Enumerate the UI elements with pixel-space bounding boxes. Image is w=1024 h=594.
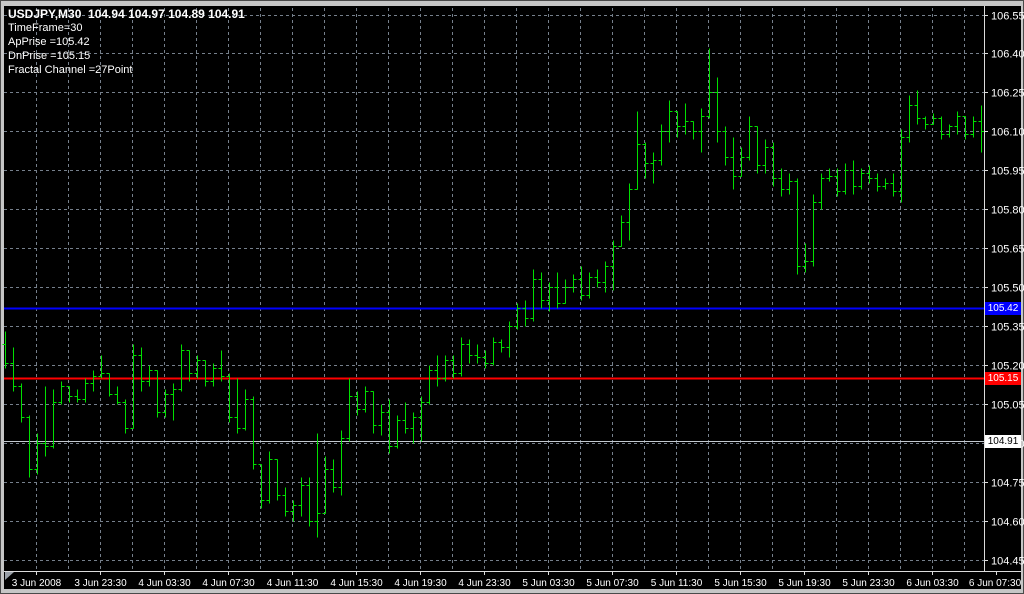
time-axis-label[interactable]: 5 Jun 23:30 [842, 578, 895, 589]
time-axis-label[interactable]: 5 Jun 15:30 [714, 578, 767, 589]
time-axis-label[interactable]: 4 Jun 15:30 [330, 578, 383, 589]
current-price-marker: 104.91 [985, 435, 1021, 448]
time-axis-label[interactable]: 4 Jun 19:30 [394, 578, 447, 589]
time-axis-label[interactable]: 6 Jun 03:30 [906, 578, 959, 589]
price-axis-label[interactable]: 104.45 [991, 556, 1024, 568]
price-axis-label[interactable]: 105.05 [991, 400, 1024, 412]
price-axis-label[interactable]: 106.55 [991, 11, 1024, 23]
chart-title: USDJPY,M30 104.94 104.97 104.89 104.91 [8, 7, 245, 21]
price-axis-label[interactable]: 105.20 [991, 361, 1024, 373]
indicator-line-dnprise: DnPrise =105.15 [8, 50, 90, 62]
price-axis-label[interactable]: 106.10 [991, 127, 1024, 139]
time-axis-label[interactable]: 3 Jun 23:30 [74, 578, 127, 589]
price-axis-label[interactable]: 104.60 [991, 517, 1024, 529]
price-axis-label[interactable]: 104.75 [991, 478, 1024, 490]
price-chart-canvas[interactable]: 106.55 106.40 106.25 106.10 105.95 105.80 105.… [0, 0, 1024, 594]
time-axis-label[interactable]: 4 Jun 03:30 [138, 578, 191, 589]
time-axis-label[interactable]: 5 Jun 03:30 [522, 578, 575, 589]
price-axis-label[interactable]: 106.25 [991, 88, 1024, 100]
time-axis-label[interactable]: 6 Jun 07:30 [969, 578, 1022, 589]
chart-background [0, 0, 1024, 594]
price-axis-label[interactable]: 105.95 [991, 166, 1024, 178]
chart-window: 106.55 106.40 106.25 106.10 105.95 105.80 105.… [0, 0, 1024, 594]
price-axis-label[interactable]: 105.65 [991, 244, 1024, 256]
price-axis-label[interactable]: 106.40 [991, 49, 1024, 61]
price-axis-label[interactable]: 105.35 [991, 322, 1024, 334]
time-axis-label[interactable]: 4 Jun 07:30 [202, 578, 255, 589]
time-axis-label[interactable]: 4 Jun 23:30 [458, 578, 511, 589]
apprise-price-marker: 105.42 [985, 302, 1021, 315]
price-axis-label[interactable]: 105.80 [991, 205, 1024, 217]
time-axis-label[interactable]: 5 Jun 19:30 [778, 578, 831, 589]
dnprise-price-marker: 105.15 [985, 372, 1021, 385]
indicator-line-apprise: ApPrise =105.42 [8, 36, 90, 48]
indicator-line-timeframe: TimeFrame=30 [8, 22, 82, 34]
time-axis-label[interactable]: 3 Jun 2008 [12, 578, 62, 589]
indicator-line-fractal-channel: Fractal Channel =27Point [8, 64, 132, 76]
time-axis-label[interactable]: 5 Jun 07:30 [586, 578, 639, 589]
price-axis-label[interactable]: 105.50 [991, 283, 1024, 295]
time-axis-label[interactable]: 5 Jun 11:30 [651, 578, 703, 589]
time-axis-label[interactable]: 4 Jun 11:30 [267, 578, 319, 589]
